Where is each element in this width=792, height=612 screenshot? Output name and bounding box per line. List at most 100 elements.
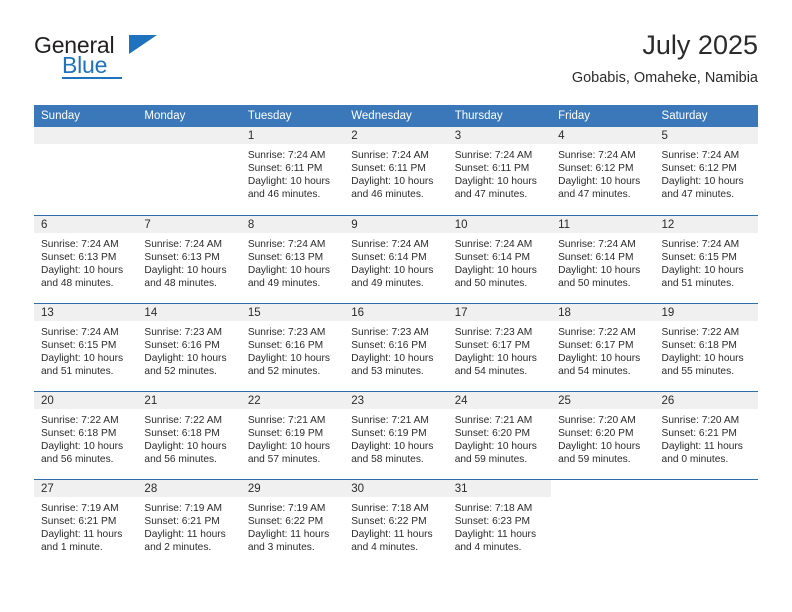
weekday-header-wednesday: Wednesday	[344, 105, 448, 127]
calendar-day-cell[interactable]: 30 Sunrise: 7:18 AM Sunset: 6:22 PM Dayligh…	[344, 478, 448, 567]
calendar-day-cell[interactable]: 8 Sunrise: 7:24 AM Sunset: 6:13 PM Daylight…	[240, 214, 345, 303]
calendar-day-cell[interactable]: 10 Sunrise: 7:24 AM Sunset: 6:14 PM Dayligh…	[447, 214, 552, 303]
sunrise-text: Sunrise: 7:19 AM	[247, 502, 326, 514]
sunrise-text: Sunrise: 7:20 AM	[558, 414, 636, 426]
sun-times: Sunrise: 7:23 AM Sunset: 6:16 PM Daylight:…	[241, 321, 344, 378]
calendar-day-cell[interactable]: 12 Sunrise: 7:24 AM Sunset: 6:15 PM Dayligh…	[654, 214, 758, 303]
calendar-day-cell[interactable]: 19 Sunrise: 7:22 AM Sunset: 6:18 PM Dayligh…	[654, 302, 758, 391]
calendar-day-cell[interactable]: 3 Sunrise: 7:24 AM Sunset: 6:11 PM Daylight…	[447, 127, 552, 215]
daylight-text: Daylight: 10 hours and 52 minutes.	[247, 352, 330, 377]
sunrise-text: Sunrise: 7:24 AM	[558, 238, 636, 250]
day-number: 13	[34, 303, 138, 321]
calendar-day-cell[interactable]: 31 Sunrise: 7:18 AM Sunset: 6:23 PM Dayligh…	[447, 478, 552, 567]
sunset-text: Sunset: 6:21 PM	[41, 515, 117, 527]
day-number: 27	[34, 479, 138, 497]
daylight-text: Daylight: 10 hours and 47 minutes.	[661, 176, 744, 201]
sunrise-text: Sunrise: 7:21 AM	[351, 414, 429, 426]
calendar-day-cell[interactable]: 11 Sunrise: 7:24 AM Sunset: 6:14 PM Dayligh…	[551, 214, 655, 303]
sunset-text: Sunset: 6:16 PM	[144, 339, 220, 351]
day-number: 25	[551, 391, 655, 409]
calendar-day-cell[interactable]: 25 Sunrise: 7:20 AM Sunset: 6:20 PM Dayligh…	[551, 390, 655, 479]
calendar-day-cell[interactable]: 14 Sunrise: 7:23 AM Sunset: 6:16 PM Dayligh…	[137, 302, 241, 391]
calendar-day-cell[interactable]: 7 Sunrise: 7:24 AM Sunset: 6:13 PM Daylight…	[137, 214, 241, 303]
sunrise-text: Sunrise: 7:24 AM	[454, 150, 533, 161]
calendar-day-cell[interactable]: 26 Sunrise: 7:20 AM Sunset: 6:21 PM Dayligh…	[654, 390, 758, 479]
weekday-header-monday: Monday	[137, 105, 241, 127]
sunset-text: Sunset: 6:18 PM	[41, 427, 117, 439]
day-number: 5	[654, 127, 758, 144]
calendar-day-cell[interactable]: 15 Sunrise: 7:23 AM Sunset: 6:16 PM Dayligh…	[240, 302, 345, 391]
day-number: 11	[551, 215, 655, 233]
calendar-day-cell[interactable]: 2 Sunrise: 7:24 AM Sunset: 6:11 PM Daylight…	[344, 127, 448, 215]
sun-times: Sunrise: 7:22 AM Sunset: 6:17 PM Daylight:…	[551, 321, 654, 378]
sunrise-text: Sunrise: 7:19 AM	[144, 502, 223, 514]
sun-times: Sunrise: 7:21 AM Sunset: 6:19 PM Daylight:…	[344, 409, 447, 466]
sun-times: Sunrise: 7:19 AM Sunset: 6:21 PM Daylight:…	[34, 497, 137, 554]
sunset-text: Sunset: 6:22 PM	[247, 515, 324, 527]
calendar-day-cell[interactable]: 5 Sunrise: 7:24 AM Sunset: 6:12 PM Daylight…	[654, 127, 758, 215]
sun-times: Sunrise: 7:24 AM Sunset: 6:11 PM Daylight:…	[241, 144, 344, 201]
calendar-day-cell[interactable]: 6 Sunrise: 7:24 AM Sunset: 6:13 PM Daylight…	[34, 214, 138, 303]
calendar-day-cell[interactable]: 29 Sunrise: 7:19 AM Sunset: 6:22 PM Dayligh…	[240, 478, 345, 567]
triangle-icon	[129, 35, 157, 54]
day-number: 29	[240, 479, 345, 497]
calendar-week-row: 6 Sunrise: 7:24 AM Sunset: 6:13 PM Daylight…	[34, 214, 758, 303]
daylight-text: Daylight: 10 hours and 50 minutes.	[558, 264, 641, 289]
sun-times: Sunrise: 7:23 AM Sunset: 6:17 PM Daylight:…	[448, 321, 551, 378]
sunset-text: Sunset: 6:11 PM	[351, 163, 426, 175]
calendar-cell-empty	[34, 127, 138, 215]
daylight-text: Daylight: 10 hours and 57 minutes.	[247, 440, 330, 465]
day-number	[34, 127, 138, 144]
calendar-table: Sunday Monday Tuesday Wednesday Thursday Frid…	[34, 105, 758, 567]
sunset-text: Sunset: 6:15 PM	[661, 251, 737, 263]
calendar-day-cell[interactable]: 28 Sunrise: 7:19 AM Sunset: 6:21 PM Dayligh…	[137, 478, 241, 567]
logo-text-blue: Blue	[62, 52, 108, 78]
daylight-text: Daylight: 11 hours and 0 minutes.	[661, 440, 743, 465]
daylight-text: Daylight: 10 hours and 59 minutes.	[558, 440, 641, 465]
weekday-header-thursday: Thursday	[447, 105, 552, 127]
sunset-text: Sunset: 6:11 PM	[247, 163, 323, 175]
calendar-day-cell[interactable]: 4 Sunrise: 7:24 AM Sunset: 6:12 PM Daylight…	[551, 127, 655, 215]
sunrise-text: Sunrise: 7:23 AM	[247, 326, 326, 338]
sunrise-text: Sunrise: 7:21 AM	[247, 414, 326, 426]
sun-times: Sunrise: 7:24 AM Sunset: 6:14 PM Daylight:…	[448, 233, 551, 290]
daylight-text: Daylight: 10 hours and 58 minutes.	[351, 440, 434, 465]
calendar-day-cell[interactable]: 17 Sunrise: 7:23 AM Sunset: 6:17 PM Dayligh…	[447, 302, 552, 391]
sunset-text: Sunset: 6:13 PM	[41, 251, 117, 263]
sunset-text: Sunset: 6:13 PM	[144, 251, 220, 263]
calendar-day-cell[interactable]: 9 Sunrise: 7:24 AM Sunset: 6:14 PM Daylight…	[344, 214, 448, 303]
sunrise-text: Sunrise: 7:18 AM	[454, 502, 533, 514]
calendar-day-cell[interactable]: 23 Sunrise: 7:21 AM Sunset: 6:19 PM Dayligh…	[344, 390, 448, 479]
calendar-week-row: 20 Sunrise: 7:22 AM Sunset: 6:18 PM Dayligh…	[34, 390, 758, 479]
weekday-header-tuesday: Tuesday	[240, 105, 345, 127]
calendar-day-cell[interactable]: 22 Sunrise: 7:21 AM Sunset: 6:19 PM Dayligh…	[240, 390, 345, 479]
sun-times: Sunrise: 7:22 AM Sunset: 6:18 PM Daylight:…	[137, 409, 240, 466]
day-number: 6	[34, 215, 138, 233]
sunrise-text: Sunrise: 7:24 AM	[661, 238, 740, 250]
day-number: 8	[240, 215, 345, 233]
sunrise-text: Sunrise: 7:22 AM	[144, 414, 223, 426]
sun-times: Sunrise: 7:23 AM Sunset: 6:16 PM Daylight:…	[137, 321, 240, 378]
sunset-text: Sunset: 6:22 PM	[351, 515, 427, 527]
calendar-day-cell[interactable]: 20 Sunrise: 7:22 AM Sunset: 6:18 PM Dayligh…	[34, 390, 138, 479]
sunrise-text: Sunrise: 7:24 AM	[144, 238, 223, 250]
sunrise-text: Sunrise: 7:23 AM	[454, 326, 533, 338]
calendar-day-cell[interactable]: 27 Sunrise: 7:19 AM Sunset: 6:21 PM Dayligh…	[34, 478, 138, 567]
sun-times: Sunrise: 7:24 AM Sunset: 6:11 PM Daylight:…	[344, 144, 447, 201]
calendar-week-row: 13 Sunrise: 7:24 AM Sunset: 6:15 PM Dayligh…	[34, 302, 758, 391]
sun-times: Sunrise: 7:24 AM Sunset: 6:13 PM Daylight:…	[34, 233, 137, 290]
calendar-day-cell[interactable]: 21 Sunrise: 7:22 AM Sunset: 6:18 PM Dayligh…	[137, 390, 241, 479]
calendar-day-cell[interactable]: 16 Sunrise: 7:23 AM Sunset: 6:16 PM Dayligh…	[344, 302, 448, 391]
day-number: 4	[551, 127, 655, 144]
calendar-day-cell[interactable]: 1 Sunrise: 7:24 AM Sunset: 6:11 PM Daylight…	[240, 127, 345, 215]
calendar-day-cell[interactable]: 13 Sunrise: 7:24 AM Sunset: 6:15 PM Dayligh…	[34, 302, 138, 391]
day-number: 21	[137, 391, 241, 409]
sunset-text: Sunset: 6:13 PM	[247, 251, 324, 263]
calendar-day-cell[interactable]: 24 Sunrise: 7:21 AM Sunset: 6:20 PM Dayligh…	[447, 390, 552, 479]
sunrise-text: Sunrise: 7:24 AM	[661, 150, 740, 161]
calendar-day-cell[interactable]: 18 Sunrise: 7:22 AM Sunset: 6:17 PM Dayligh…	[551, 302, 655, 391]
sun-times: Sunrise: 7:22 AM Sunset: 6:18 PM Daylight:…	[34, 409, 137, 466]
sun-times: Sunrise: 7:18 AM Sunset: 6:23 PM Daylight:…	[448, 497, 551, 554]
sunrise-text: Sunrise: 7:24 AM	[351, 238, 429, 250]
sun-times: Sunrise: 7:23 AM Sunset: 6:16 PM Daylight:…	[344, 321, 447, 378]
